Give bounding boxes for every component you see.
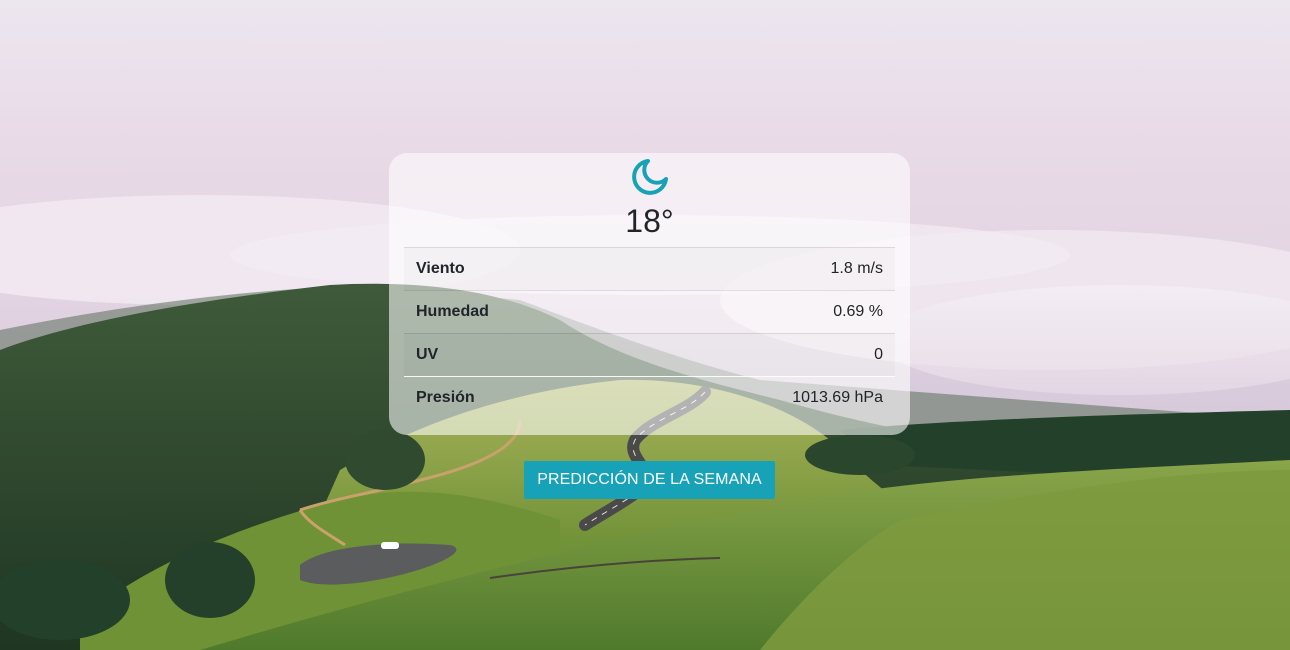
row-value: 0 [874, 346, 883, 363]
table-row: UV 0 [404, 333, 895, 376]
weather-details-table: Viento 1.8 m/s Humedad 0.69 % UV 0 Presi… [404, 247, 895, 419]
row-value: 1013.69 hPa [792, 389, 883, 406]
row-value: 1.8 m/s [830, 260, 883, 277]
table-row: Presión 1013.69 hPa [404, 376, 895, 419]
table-row: Humedad 0.69 % [404, 290, 895, 333]
row-label: Humedad [416, 303, 489, 320]
temperature: 18° [625, 203, 674, 239]
row-label: Viento [416, 260, 465, 277]
week-forecast-button[interactable]: PREDICCIÓN DE LA SEMANA [524, 461, 775, 499]
moon-crescent-icon [631, 158, 669, 196]
table-row: Viento 1.8 m/s [404, 247, 895, 290]
row-value: 0.69 % [833, 303, 883, 320]
row-label: UV [416, 346, 439, 363]
row-label: Presión [416, 389, 475, 406]
weather-card: 18° Viento 1.8 m/s Humedad 0.69 % UV 0 P… [389, 153, 910, 435]
